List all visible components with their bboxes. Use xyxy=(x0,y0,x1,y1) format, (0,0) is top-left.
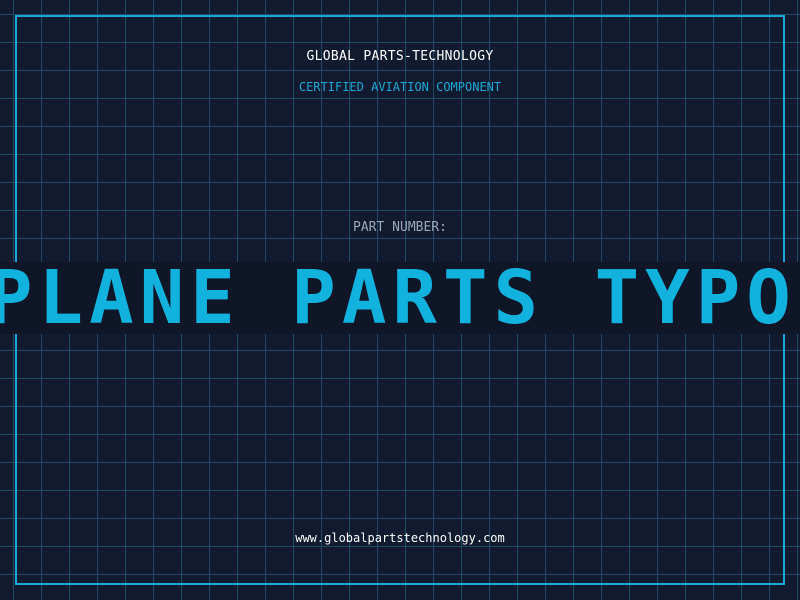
certification-subtitle: CERTIFIED AVIATION COMPONENT xyxy=(298,80,502,94)
part-number-band: PLANE PARTS TYPOGRA xyxy=(0,262,800,334)
part-number-value: PLANE PARTS TYPOGRA xyxy=(0,262,800,334)
company-name: GLOBAL PARTS-TECHNOLOGY xyxy=(306,49,494,64)
website-url: www.globalpartstechnology.com xyxy=(295,531,505,545)
part-number-label: PART NUMBER: xyxy=(353,220,447,235)
label-card: GLOBAL PARTS-TECHNOLOGY CERTIFIED AVIATI… xyxy=(0,0,800,600)
